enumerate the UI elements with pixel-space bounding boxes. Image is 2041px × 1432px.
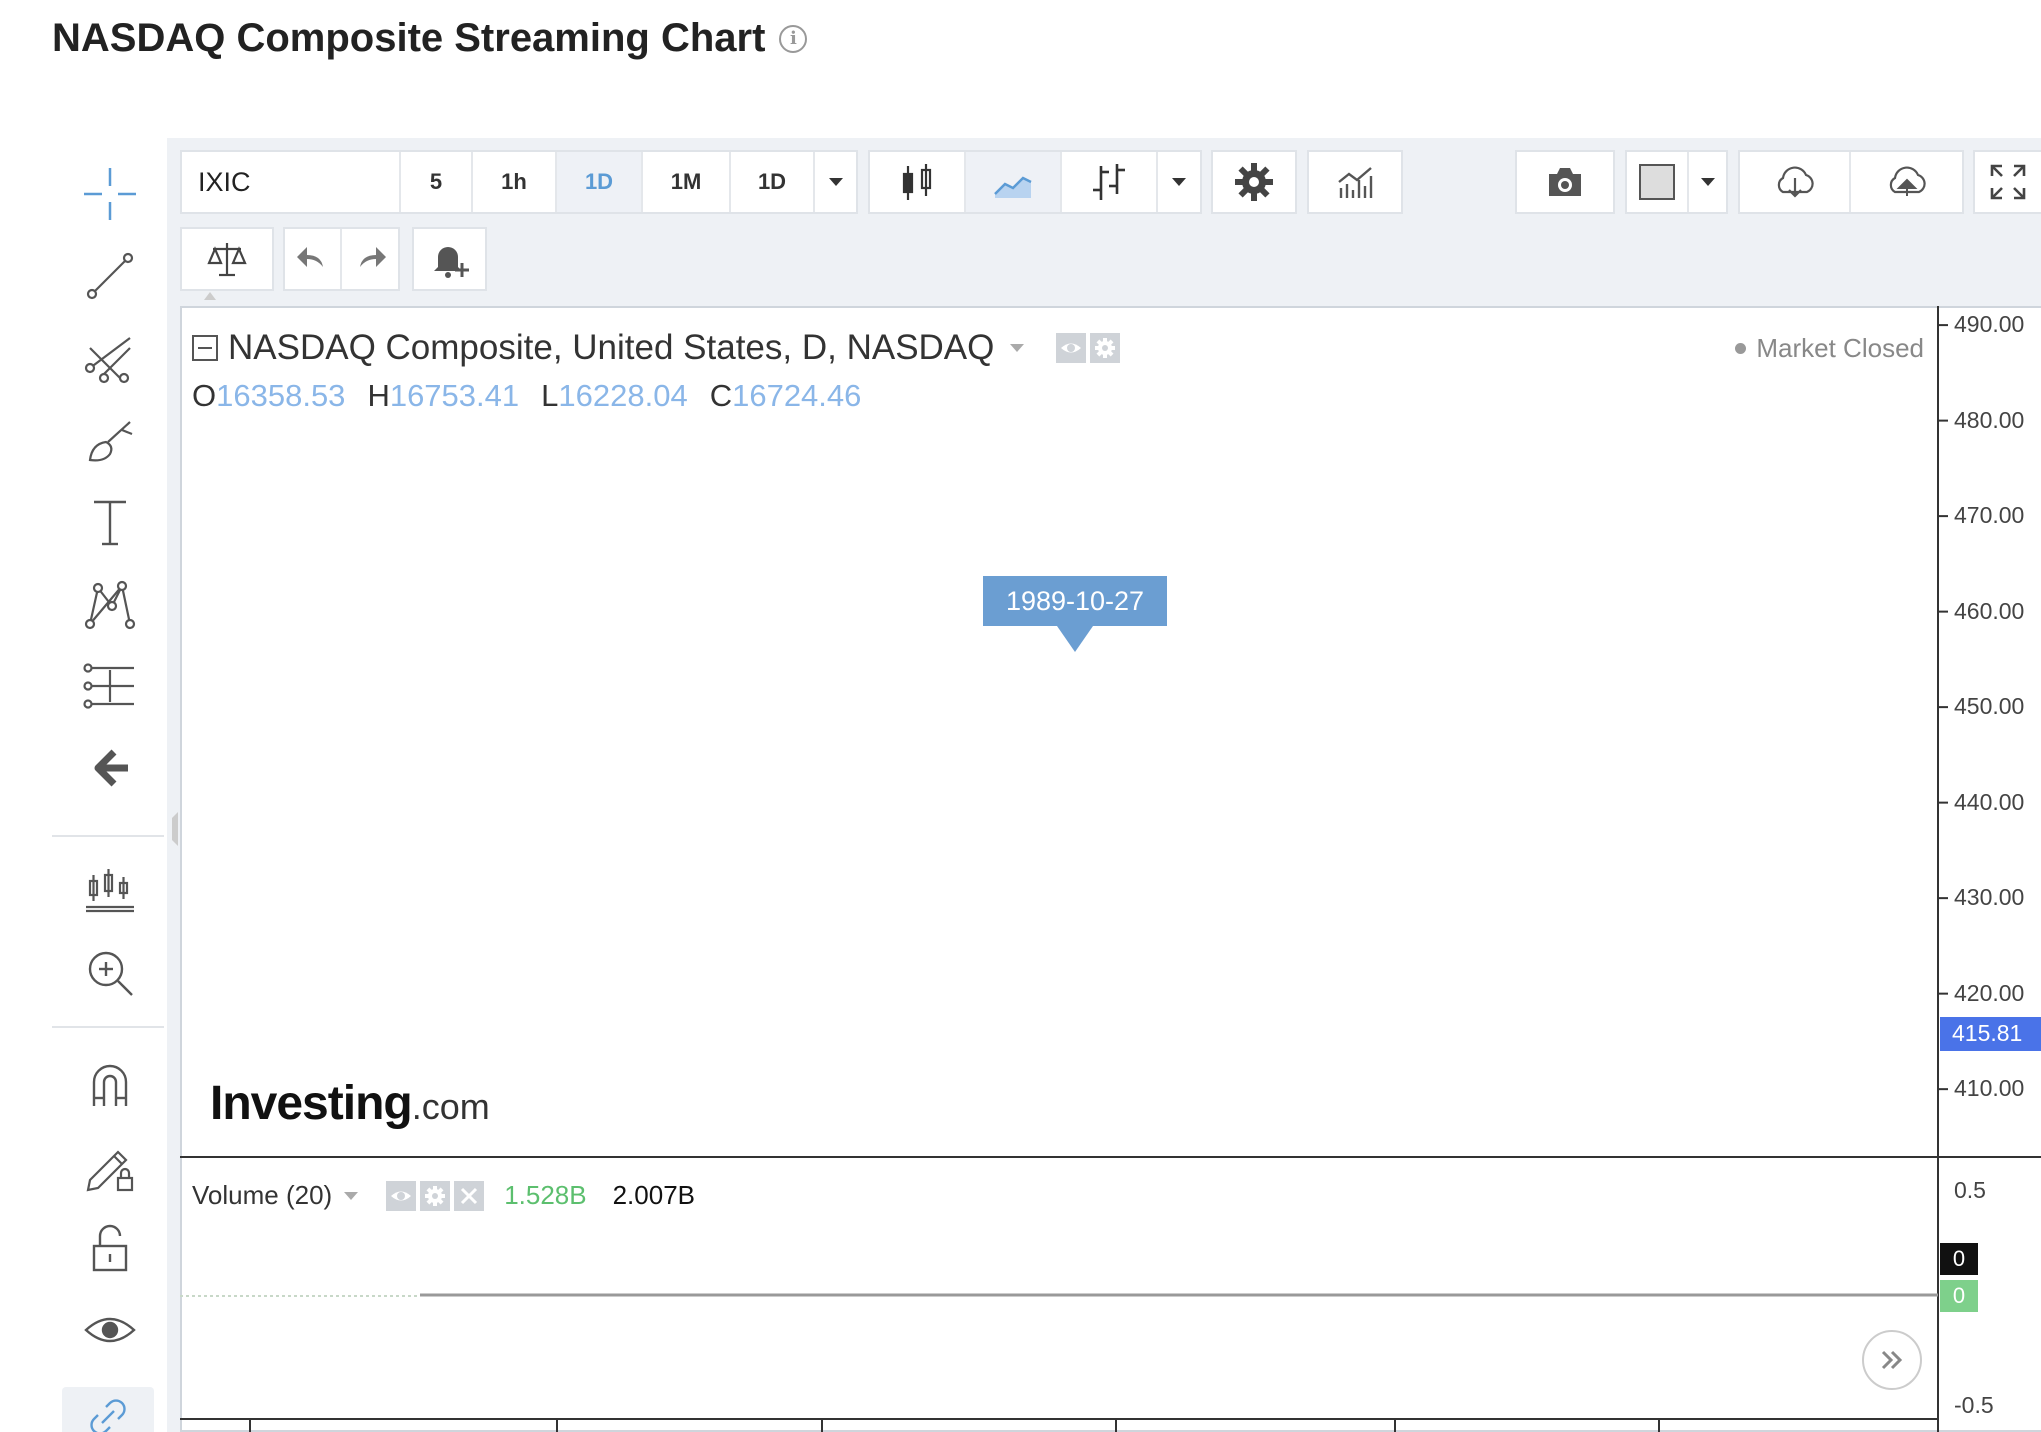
volume-label[interactable]: Volume (20) [192,1180,332,1211]
eye-icon [391,1191,412,1200]
volume-value-green: 1.528B [504,1180,587,1210]
ohlc-values: O16358.53 H16753.41 L16228.04 C16724.46 [192,378,861,414]
volume-value-average: 2.007B [612,1180,695,1210]
eye-icon [1061,343,1082,353]
time-axis-ticks [249,1419,1660,1432]
low-label: L [541,378,559,413]
close-label: C [709,378,733,413]
high-label: H [367,378,390,413]
volume-tag-black: 0 [1940,1243,1978,1275]
volume-visibility-button[interactable] [386,1180,417,1211]
y-axis-label: 460.00 [1954,597,2025,624]
y-axis-label: 480.00 [1954,406,2025,433]
volume-legend: Volume (20) 1.528B 2.007B [192,1180,695,1211]
chevron-down-icon[interactable] [1010,344,1025,352]
y-axis-label: 430.00 [1954,884,2025,911]
y-axis-label: 410.00 [1954,1075,2025,1102]
low-value: 16228.04 [558,378,688,413]
instrument-name[interactable]: NASDAQ Composite, United States, D, NASD… [228,328,994,368]
gear-icon [425,1185,446,1206]
investing-logo: Investing.com [210,1077,490,1130]
chart-svg [0,0,2041,1432]
volume-axis-bottom: -0.5 [1954,1392,1994,1418]
toolbar-collapse-handle[interactable] [204,292,216,300]
y-axis-label: 440.00 [1954,788,2025,815]
collapse-legend-button[interactable] [192,335,218,361]
open-value: 16358.53 [216,378,346,413]
crosshair-date-tooltip: 1989-10-27 [983,576,1167,652]
high-value: 16753.41 [389,378,520,413]
toggle-visibility-button[interactable] [1056,333,1087,363]
open-label: O [192,378,217,413]
y-axis-label: 420.00 [1954,979,2025,1006]
volume-settings-button[interactable] [420,1180,451,1211]
close-value: 16724.46 [732,378,862,413]
double-chevron-right-icon [1881,1350,1903,1370]
market-status: Market Closed [1735,333,1924,364]
last-price-tag: 415.81 [1940,1016,2041,1051]
close-icon [461,1187,478,1204]
y-axis-label: 490.00 [1954,311,2025,338]
volume-axis-top: 0.5 [1954,1177,1986,1203]
y-axis-label: 470.00 [1954,502,2025,529]
volume-remove-button[interactable] [454,1180,485,1211]
scroll-to-latest-button[interactable] [1862,1330,1922,1390]
series-settings-button[interactable] [1090,333,1121,363]
status-dot-icon [1735,343,1747,354]
y-axis-label: 450.00 [1954,693,2025,720]
instrument-legend: NASDAQ Composite, United States, D, NASD… [192,328,1121,368]
gear-icon [1095,338,1116,358]
chevron-down-icon[interactable] [344,1191,359,1200]
volume-tag-green: 0 [1940,1280,1978,1312]
pane-resize-handle[interactable] [172,812,178,846]
